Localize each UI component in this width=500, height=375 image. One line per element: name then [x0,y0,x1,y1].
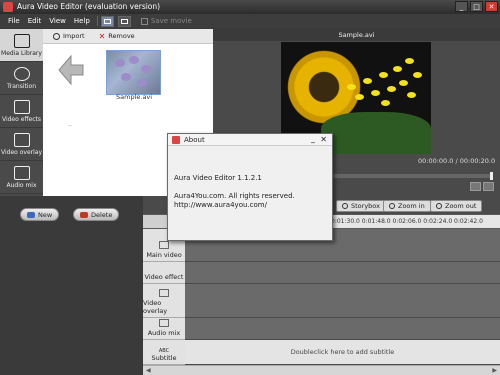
sidebar-item-video-overlay[interactable]: Video overlay [0,128,43,161]
sidebar-item-media-library[interactable]: Media Library [0,29,43,62]
seek-bar[interactable] [331,172,493,180]
track-label: Audio mix [147,329,181,337]
media-file-name: Sample.avi [116,93,153,101]
sidebar-item-audio-mix[interactable]: Audio mix [0,161,43,194]
storyboard-view-button[interactable] [100,15,114,27]
storyboard-icon [103,18,111,24]
track-label: Subtitle [151,354,177,362]
menu-file[interactable]: File [4,17,24,25]
title-bar: Aura Video Editor (evaluation version) _… [0,0,500,14]
sidebar-item-video-effects[interactable]: Video effects [0,95,43,128]
preview-title: Sample.avi [213,29,500,41]
menu-help[interactable]: Help [70,17,94,25]
track-video-effect: Video effect [143,262,185,284]
storybox-button[interactable]: Storybox [336,200,386,212]
menu-view[interactable]: View [45,17,70,25]
delete-button[interactable]: Delete [73,208,120,221]
dialog-close-button[interactable]: ✕ [320,135,327,144]
sidebar-item-label: Audio mix [6,181,37,189]
remove-icon: ✕ [98,31,106,41]
effects-icon [13,99,30,114]
dialog-title: About [184,136,205,144]
menu-bar: File Edit View Help Save movie [0,14,500,28]
lane-video-overlay[interactable] [185,284,500,318]
maximize-button[interactable]: □ [470,1,483,12]
timeline-scrollbar[interactable]: ◀ ▶ [143,365,500,375]
audio-track-icon [159,319,169,327]
zoom-in-button[interactable]: Zoom in [383,200,431,212]
window-title: Aura Video Editor (evaluation version) [17,2,161,11]
scroll-right-icon[interactable]: ▶ [492,367,497,374]
lane-subtitle[interactable]: Doubleclick here to add subtitle [185,340,500,365]
snapshot-button[interactable] [483,182,494,191]
delete-icon [80,211,88,218]
import-icon [53,32,60,40]
fullscreen-button[interactable] [470,182,481,191]
track-label: Video overlay [143,299,168,315]
menu-separator [96,16,98,26]
disk-icon [140,17,148,25]
total-time: 00:00:20.0 [459,157,496,165]
sidebar: Media Library Transition Video effects V… [0,29,43,196]
track-label: Video effect [144,273,184,281]
zoom-out-label: Zoom out [445,202,477,210]
dialog-app-icon [172,136,180,144]
import-label: Import [63,32,85,40]
new-icon [27,211,35,218]
about-version: Aura Video Editor 1.1.2.1 [174,174,262,182]
zoom-out-icon [436,203,442,209]
timeline-icon [120,18,128,24]
seek-handle[interactable] [490,172,493,180]
current-time: 00:00:00.0 [418,157,454,165]
sidebar-item-label: Video effects [1,115,41,123]
track-subtitle: ABC Subtitle [143,340,185,365]
sidebar-item-label: Transition [6,82,36,90]
remove-label: Remove [108,32,135,40]
main-video-icon [159,241,169,249]
lane-audio-mix[interactable] [185,318,500,340]
dialog-title-bar: About _ ✕ [168,134,332,146]
track-video-overlay: Video overlay [143,284,185,318]
about-dialog: About _ ✕ Aura Video Editor 1.1.2.1 Aura… [167,133,333,241]
media-thumbnail[interactable] [106,50,161,95]
track-label: Main video [146,251,182,259]
close-button[interactable]: ✕ [485,1,498,12]
zoom-out-button[interactable]: Zoom out [430,200,483,212]
menu-edit[interactable]: Edit [24,17,46,25]
about-copyright: Aura4You.com. All rights reserved. [174,192,295,200]
lane-video-effect[interactable] [185,262,500,284]
scroll-left-icon[interactable]: ◀ [146,367,151,374]
parent-folder-label: .. [68,121,72,128]
timeline-view-button[interactable] [117,15,131,27]
new-label: New [38,210,53,219]
dialog-minimize-button[interactable]: _ [311,134,315,143]
timeline-left-panel: New Delete [0,196,143,375]
save-movie-label: Save movie [150,17,192,25]
new-button[interactable]: New [20,208,60,221]
import-button[interactable]: Import [53,32,85,40]
zoom-in-icon [389,203,395,209]
film-icon [13,33,30,48]
storybox-label: Storybox [351,202,380,210]
leaf-image [321,112,431,154]
back-arrow-icon[interactable] [57,54,85,86]
zoom-in-label: Zoom in [398,202,425,210]
save-movie-button[interactable]: Save movie [140,17,192,25]
media-toolbar: Import ✕ Remove [43,29,213,44]
app-icon [3,2,13,12]
sidebar-item-label: Video overlay [1,148,42,156]
storybox-icon [342,203,348,209]
remove-button[interactable]: ✕ Remove [99,32,135,40]
about-url[interactable]: http://www.aura4you.com/ [174,201,326,210]
delete-label: Delete [91,210,113,219]
time-readout: 00:00:00.0 / 00:00:20.0 [418,157,496,165]
overlay-icon [13,132,30,147]
sidebar-item-transition[interactable]: Transition [0,62,43,95]
music-icon [13,165,30,180]
track-audio-mix: Audio mix [143,318,185,340]
transition-icon [13,66,30,81]
overlay-track-icon [159,289,169,297]
sidebar-item-label: Media Library [1,49,42,57]
minimize-button[interactable]: _ [455,1,468,12]
